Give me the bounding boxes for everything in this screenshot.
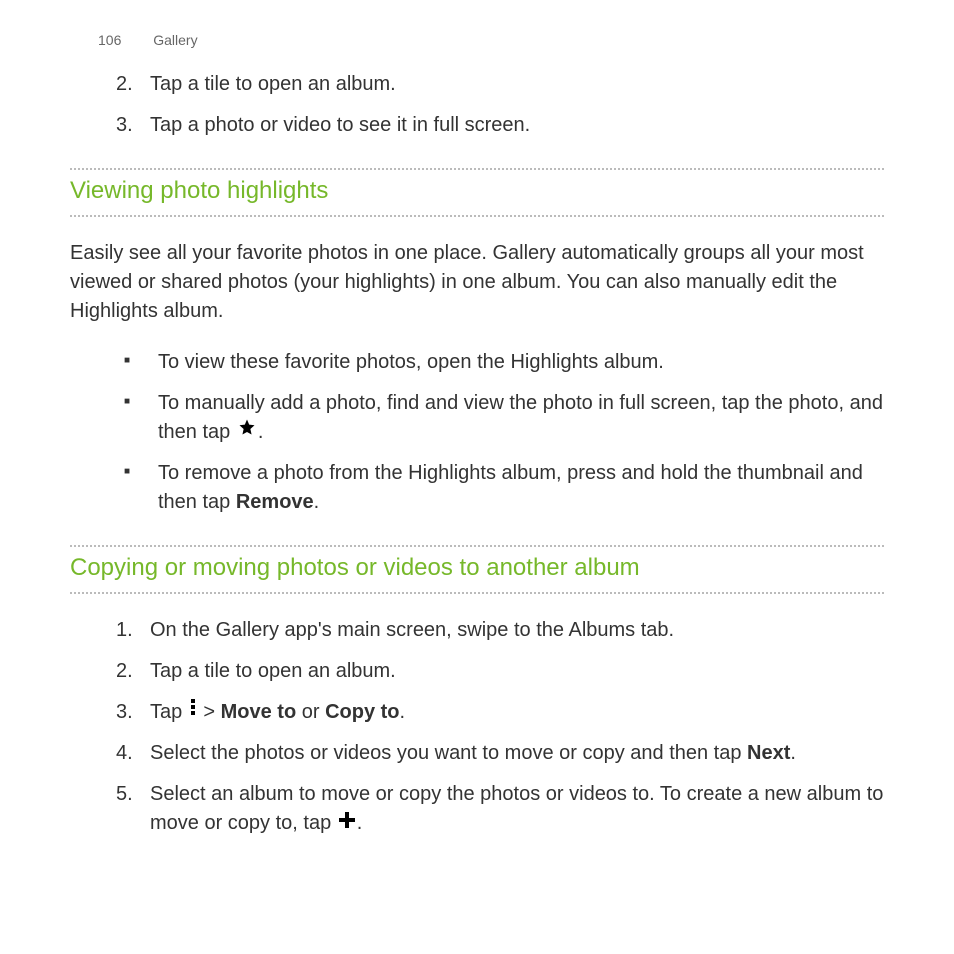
move-to-label: Move to xyxy=(221,701,297,723)
list-item: 2. Tap a tile to open an album. xyxy=(110,657,884,686)
step-number: 2. xyxy=(110,657,150,686)
step-text: Select the photos or videos you want to … xyxy=(150,739,884,768)
step-number: 2. xyxy=(110,70,150,99)
copy-move-steps: 1. On the Gallery app's main screen, swi… xyxy=(110,616,884,838)
text-fragment: Select an album to move or copy the phot… xyxy=(150,783,883,834)
page-number: 106 xyxy=(98,32,121,48)
text-fragment: . xyxy=(314,491,320,513)
list-item: 3. Tap > Move to or Copy to. xyxy=(110,698,884,727)
step-number: 5. xyxy=(110,780,150,838)
bullet-text: To remove a photo from the Highlights al… xyxy=(158,459,884,517)
bullet-text: To view these favorite photos, open the … xyxy=(158,348,884,377)
section-intro: Easily see all your favorite photos in o… xyxy=(70,239,884,326)
step-text: Tap a tile to open an album. xyxy=(150,70,884,99)
bullet-marker: ■ xyxy=(124,389,158,447)
highlights-bullets: ■ To view these favorite photos, open th… xyxy=(124,348,884,517)
list-item: 4. Select the photos or videos you want … xyxy=(110,739,884,768)
bullet-marker: ■ xyxy=(124,459,158,517)
step-number: 3. xyxy=(110,111,150,140)
step-text: On the Gallery app's main screen, swipe … xyxy=(150,616,884,645)
more-icon xyxy=(190,696,196,725)
section-title-copy-move: Copying or moving photos or videos to an… xyxy=(70,545,884,594)
step-text: Tap a photo or video to see it in full s… xyxy=(150,111,884,140)
step-text: Tap > Move to or Copy to. xyxy=(150,698,884,727)
text-fragment: . xyxy=(790,742,796,764)
text-fragment: Select the photos or videos you want to … xyxy=(150,742,747,764)
section-title-viewing-highlights: Viewing photo highlights xyxy=(70,168,884,217)
list-item: ■ To manually add a photo, find and view… xyxy=(124,389,884,447)
step-number: 3. xyxy=(110,698,150,727)
text-fragment: > xyxy=(198,701,221,723)
text-fragment: or xyxy=(296,701,325,723)
copy-to-label: Copy to xyxy=(325,701,399,723)
plus-icon xyxy=(339,808,355,837)
step-text: Select an album to move or copy the phot… xyxy=(150,780,884,838)
star-icon xyxy=(238,416,256,445)
list-item: 3. Tap a photo or video to see it in ful… xyxy=(110,111,884,140)
page-section-name: Gallery xyxy=(153,32,197,48)
list-item: ■ To view these favorite photos, open th… xyxy=(124,348,884,377)
text-fragment: . xyxy=(400,701,406,723)
top-steps-list: 2. Tap a tile to open an album. 3. Tap a… xyxy=(110,70,884,140)
text-fragment: . xyxy=(258,421,264,443)
bullet-marker: ■ xyxy=(124,348,158,377)
list-item: 2. Tap a tile to open an album. xyxy=(110,70,884,99)
step-number: 4. xyxy=(110,739,150,768)
list-item: 5. Select an album to move or copy the p… xyxy=(110,780,884,838)
text-fragment: To manually add a photo, find and view t… xyxy=(158,392,883,443)
list-item: 1. On the Gallery app's main screen, swi… xyxy=(110,616,884,645)
text-fragment: . xyxy=(357,812,363,834)
remove-label: Remove xyxy=(236,491,314,513)
page-header: 106 Gallery xyxy=(98,30,884,50)
step-text: Tap a tile to open an album. xyxy=(150,657,884,686)
next-label: Next xyxy=(747,742,790,764)
step-number: 1. xyxy=(110,616,150,645)
list-item: ■ To remove a photo from the Highlights … xyxy=(124,459,884,517)
text-fragment: Tap xyxy=(150,701,188,723)
bullet-text: To manually add a photo, find and view t… xyxy=(158,389,884,447)
